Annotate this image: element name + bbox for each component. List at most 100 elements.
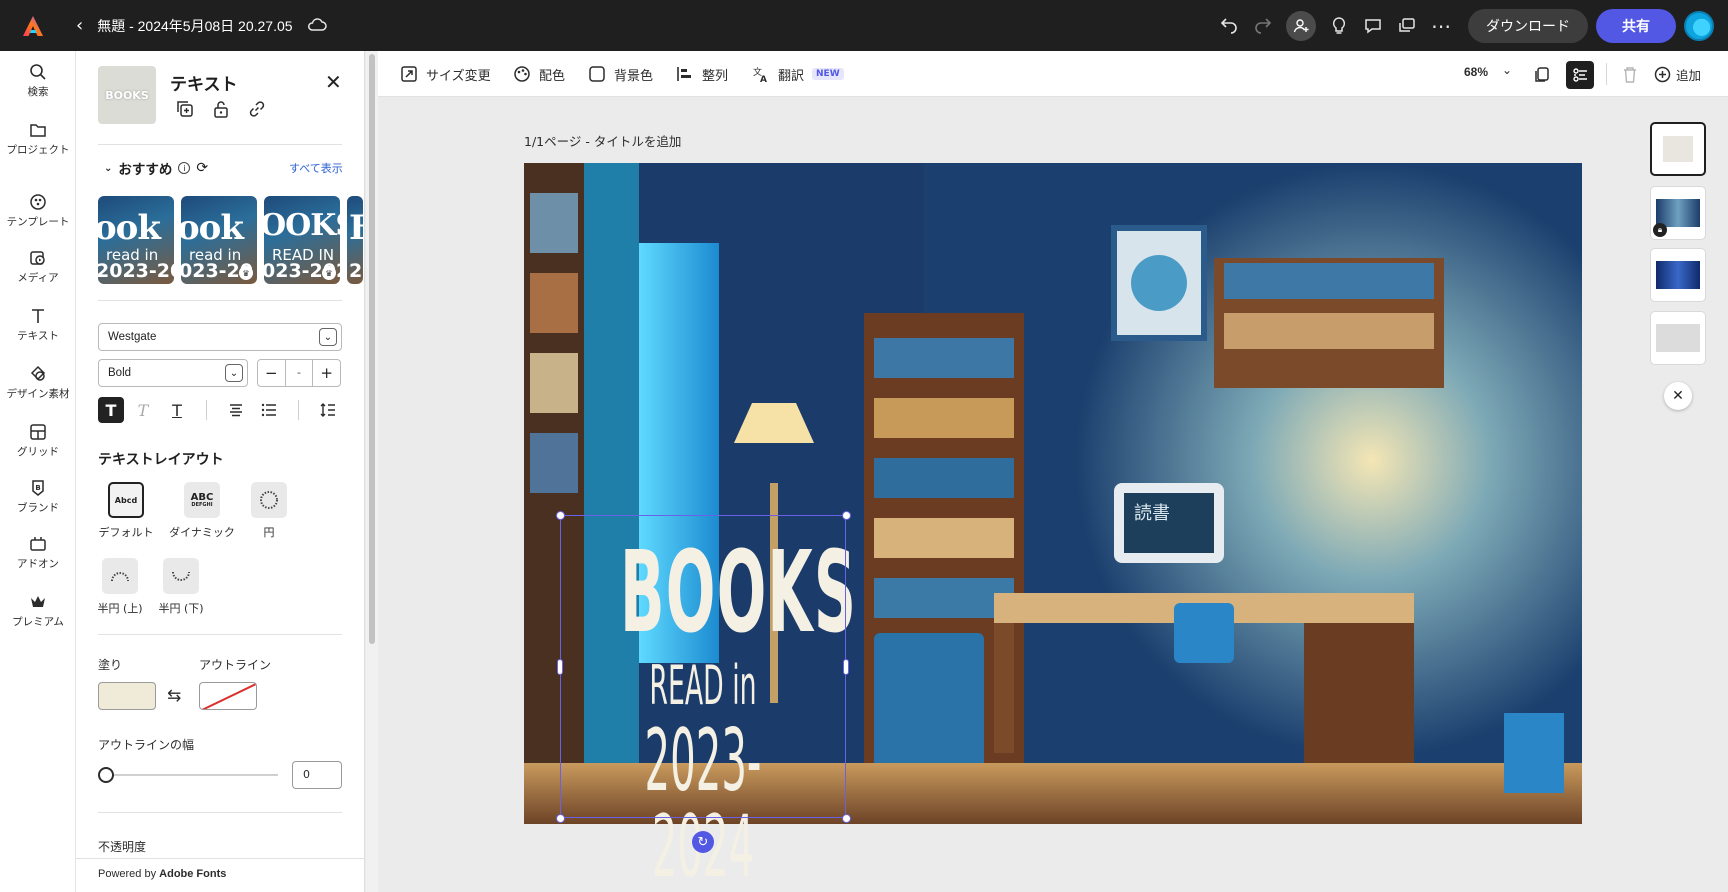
zoom-level[interactable]: 68% (1464, 65, 1488, 79)
back-chevron-icon[interactable]: ‹ (76, 15, 83, 36)
rail-item-grid[interactable]: グリッド (0, 423, 76, 459)
decrease-size-button[interactable]: − (258, 364, 285, 382)
close-panel-icon[interactable]: ✕ (325, 70, 342, 94)
format-divider (206, 400, 207, 420)
font-size-stepper[interactable]: − - + (257, 359, 341, 387)
resize-handle-bottom-left[interactable] (556, 814, 565, 823)
see-all-link[interactable]: すべて表示 (289, 160, 343, 176)
resize-button[interactable]: サイズ変更 (400, 51, 491, 97)
align-icon (677, 67, 691, 81)
card-title: OOKS (264, 208, 340, 243)
resize-handle-right[interactable] (843, 659, 849, 675)
resize-handle-top-right[interactable] (842, 511, 851, 520)
card-year: 2 (349, 260, 363, 282)
resize-handle-top-left[interactable] (556, 511, 565, 520)
rail-item-text[interactable]: テキスト (0, 307, 76, 343)
line-spacing-icon[interactable] (315, 397, 341, 423)
lightbulb-icon[interactable] (1322, 9, 1356, 43)
rail-label: アドオン (17, 558, 59, 570)
redo-icon[interactable] (1246, 9, 1280, 43)
layout-option-arc-bottom[interactable]: 半円 (下) (141, 558, 221, 616)
recommended-header[interactable]: ⌄ おすすめ i ⟳ (104, 158, 208, 178)
rail-item-projects[interactable]: プロジェクト (0, 121, 76, 157)
info-icon[interactable]: i (178, 162, 191, 174)
avatar[interactable] (1684, 10, 1714, 41)
recommended-card[interactable]: B 2 (347, 196, 363, 284)
rail-item-brand[interactable]: B ブランド (0, 479, 76, 515)
selected-element-thumbnail: BOOKS (98, 66, 156, 124)
rail-label: グリッド (17, 446, 59, 458)
rail-item-search[interactable]: 検索 (0, 63, 76, 99)
selection-box[interactable] (560, 515, 846, 818)
outline-width-input[interactable]: 0 (292, 761, 342, 789)
page-thumbnail[interactable]: 🔒︎ (1650, 186, 1706, 240)
template-icon (30, 194, 46, 210)
rail-item-premium[interactable]: プレミアム (0, 593, 76, 629)
cloud-sync-icon[interactable] (307, 16, 327, 35)
recommended-card[interactable]: OOKS READ IN 023-202 ♛ (264, 196, 340, 284)
adobe-fonts-link[interactable]: Adobe Fonts (159, 868, 226, 880)
rail-item-design-assets[interactable]: デザイン素材 (0, 365, 76, 401)
download-button[interactable]: ダウンロード (1468, 8, 1588, 43)
underline-button[interactable]: T (164, 397, 190, 423)
font-size-value[interactable]: - (284, 360, 314, 386)
addon-icon (30, 537, 46, 551)
outline-width-slider-track[interactable] (106, 774, 278, 776)
outline-width-slider-handle[interactable] (98, 767, 114, 783)
resize-handle-bottom-right[interactable] (842, 814, 851, 823)
adobe-express-logo-icon[interactable] (16, 9, 50, 43)
page-thumbnail[interactable] (1650, 122, 1706, 176)
share-button[interactable]: 共有 (1596, 8, 1676, 43)
add-button[interactable]: 追加 (1654, 65, 1701, 84)
font-family-select[interactable]: Westgate ⌄ (98, 323, 342, 351)
page-thumbnail[interactable] (1650, 311, 1706, 365)
swap-colors-icon[interactable]: ⇆ (167, 686, 181, 706)
comment-icon[interactable] (1356, 9, 1390, 43)
translate-button[interactable]: 文A 翻訳 NEW (752, 51, 844, 97)
align-button[interactable]: 整列 (676, 51, 728, 97)
color-scheme-button[interactable]: 配色 (513, 51, 565, 97)
zoom-chevron-down-icon[interactable]: ⌄ (1502, 63, 1512, 77)
rail-item-templates[interactable]: テンプレート (0, 193, 76, 229)
bold-button[interactable]: T (98, 397, 124, 423)
rotate-handle-icon[interactable]: ↻ (692, 831, 714, 853)
text-align-icon[interactable] (223, 397, 249, 423)
pages-icon[interactable] (1528, 61, 1556, 89)
layout-option-circle[interactable]: 円 (229, 482, 309, 540)
background-color-button[interactable]: 背景色 (588, 51, 653, 97)
panel-scrollbar-thumb[interactable] (369, 54, 375, 644)
fill-label: 塗り (98, 658, 123, 672)
increase-size-button[interactable]: + (313, 364, 340, 382)
invite-user-icon[interactable] (1286, 10, 1316, 41)
lock-icon[interactable] (212, 100, 230, 118)
list-icon[interactable] (256, 397, 282, 423)
layers-panel-icon[interactable] (1566, 61, 1594, 89)
italic-button[interactable]: T (130, 397, 156, 423)
recommended-card[interactable]: ook read in 023-20 ♛ (181, 196, 257, 284)
chevron-down-icon: ⌄ (225, 364, 243, 382)
rail-item-addons[interactable]: アドオン (0, 535, 76, 571)
outline-color-swatch[interactable] (199, 682, 257, 710)
rail-label: テキスト (17, 330, 59, 342)
more-icon[interactable]: ⋯ (1424, 9, 1458, 43)
link-icon[interactable] (248, 100, 266, 118)
undo-icon[interactable] (1212, 9, 1246, 43)
translate-label: 翻訳 (778, 68, 805, 84)
fill-color-swatch[interactable] (98, 682, 156, 710)
document-title[interactable]: 無題 - 2024年5月08日 20.27.05 (97, 16, 292, 36)
refresh-icon[interactable]: ⟳ (196, 160, 208, 176)
page-thumb-preview (1656, 324, 1700, 352)
rail-item-media[interactable]: メディア (0, 249, 76, 285)
present-icon[interactable] (1390, 9, 1424, 43)
opacity-label: 不透明度 (98, 840, 147, 854)
delete-icon[interactable] (1616, 61, 1644, 89)
resize-handle-left[interactable] (557, 659, 563, 675)
font-weight-select[interactable]: Bold ⌄ (98, 359, 248, 387)
premium-crown-icon: ♛ (239, 266, 253, 280)
recommended-card[interactable]: ook read in 2023-202 (98, 196, 174, 284)
close-pages-icon[interactable]: ✕ (1664, 382, 1692, 410)
page-thumbnail[interactable] (1650, 248, 1706, 302)
layout-option-default[interactable]: Abcd デフォルト (86, 482, 166, 540)
duplicate-icon[interactable] (176, 100, 194, 118)
page-title-label[interactable]: 1/1ページ - タイトルを追加 (524, 131, 681, 150)
